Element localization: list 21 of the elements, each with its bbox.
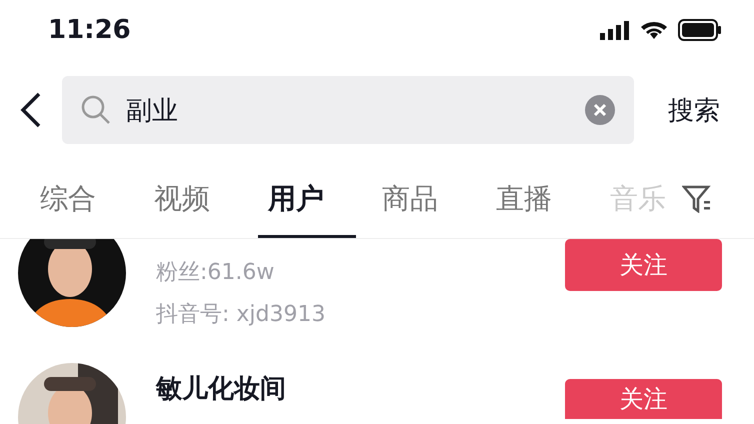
tab[interactable]: 用户 [258,160,372,238]
filter-icon[interactable] [682,185,712,213]
signal-icon [600,20,630,40]
follow-button[interactable]: 关注 [565,379,722,419]
user-name: 敏儿化妆间 [156,373,287,406]
clear-icon[interactable] [584,94,616,126]
tab[interactable]: 视频 [144,160,258,238]
tab[interactable]: 综合 [30,160,144,238]
status-time: 11:26 [48,15,131,45]
tab[interactable]: 商品 [372,160,486,238]
user-detail: 抖音号: xjd3913 [156,301,326,329]
search-text: 副业 [126,94,179,128]
tab[interactable]: 直播 [486,160,600,238]
search-field[interactable]: 副业 [62,76,634,144]
search-icon [80,94,112,126]
search-button[interactable]: 搜索 [654,92,734,128]
wifi-icon [640,20,668,40]
battery-icon [678,19,722,41]
user-detail: 粉丝:61.6w [156,259,276,287]
follow-button[interactable]: 关注 [565,239,722,291]
back-icon[interactable] [20,92,42,128]
